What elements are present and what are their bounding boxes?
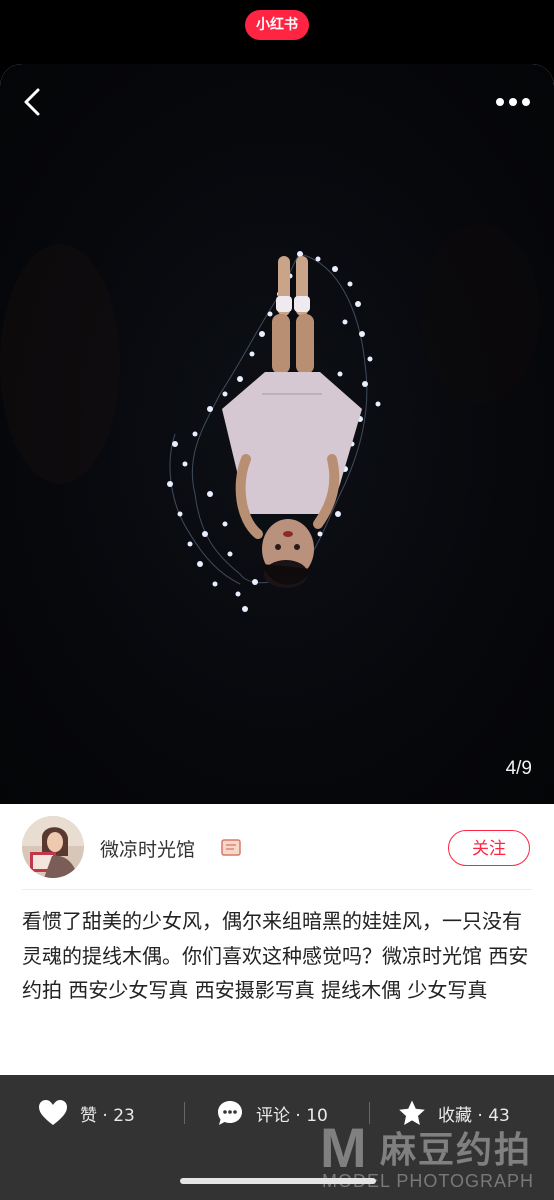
follow-button[interactable]: 关注 bbox=[448, 830, 530, 866]
photo-image bbox=[0, 224, 540, 612]
note-card: 4/9 微凉时光馆 关注 看惯了甜美的少女风，偶尔来组暗黑的娃娃风，一只没有灵魂… bbox=[0, 64, 554, 1075]
xiaohongshu-logo: 小红书 bbox=[245, 10, 309, 40]
divider bbox=[22, 889, 532, 890]
action-bar: 赞 · 23 评论 · 10 收藏 · 43 M 麻豆约拍 MODEL PHOT… bbox=[0, 1075, 554, 1200]
chevron-left-icon bbox=[24, 88, 40, 116]
comment-count: 评论 · 10 bbox=[256, 1105, 328, 1126]
heart-icon bbox=[39, 1100, 67, 1125]
watermark-main: 麻豆约拍 bbox=[380, 1130, 533, 1171]
avatar-image bbox=[22, 816, 84, 878]
comment-bubble-icon bbox=[218, 1101, 242, 1125]
more-dots-icon bbox=[496, 98, 530, 106]
home-indicator bbox=[180, 1178, 376, 1184]
notebook-badge-icon bbox=[221, 839, 241, 856]
status-bar: 小红书 bbox=[0, 0, 554, 64]
avatar[interactable] bbox=[22, 816, 84, 878]
author-row: 微凉时光馆 关注 bbox=[0, 804, 554, 890]
more-options-button[interactable] bbox=[488, 86, 538, 118]
post-text: 看惯了甜美的少女风，偶尔来组暗黑的娃娃风，一只没有灵魂的提线木偶。你们喜欢这种感… bbox=[22, 909, 529, 1002]
separator bbox=[184, 1102, 185, 1124]
back-button[interactable] bbox=[14, 82, 50, 122]
author-name[interactable]: 微凉时光馆 bbox=[100, 835, 195, 862]
comment-button[interactable]: 评论 · 10 bbox=[216, 1097, 328, 1129]
photo-viewer[interactable]: 4/9 bbox=[0, 64, 554, 804]
like-button[interactable]: 赞 · 23 bbox=[38, 1097, 135, 1129]
page-indicator: 4/9 bbox=[505, 758, 532, 779]
like-count: 赞 · 23 bbox=[80, 1105, 135, 1126]
